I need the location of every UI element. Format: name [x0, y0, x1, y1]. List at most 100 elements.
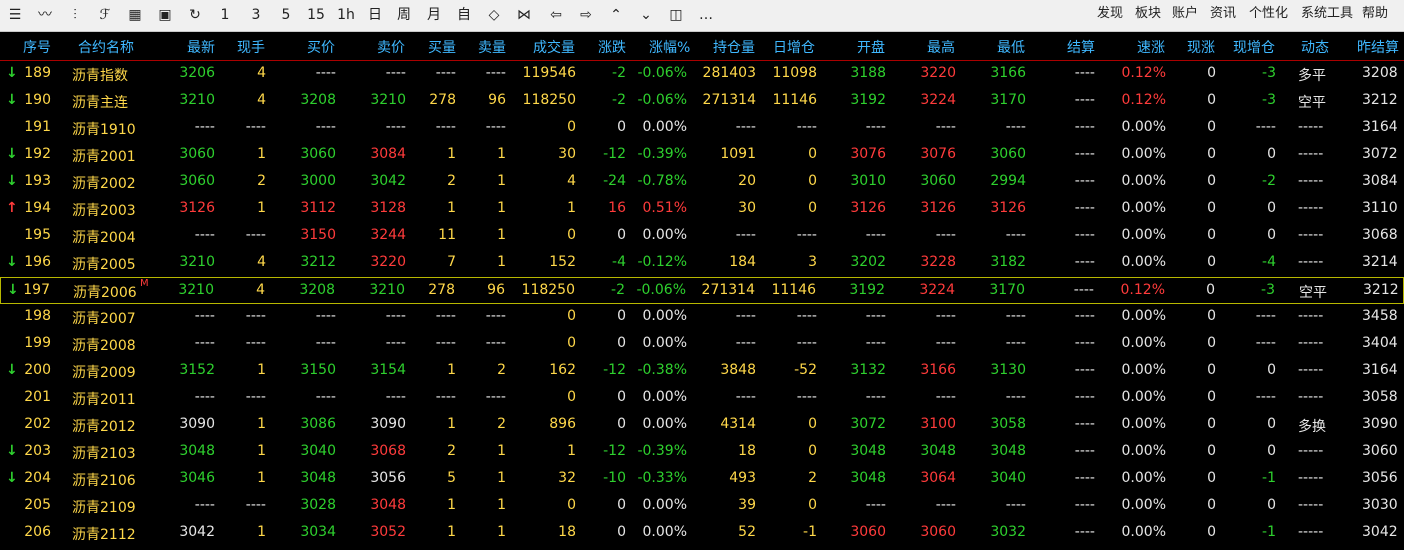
column-header[interactable]: 卖量 — [478, 37, 506, 57]
cell-涨跌: -2 — [612, 65, 626, 81]
refresh-icon[interactable]: ↻ — [185, 5, 205, 25]
table-row[interactable]: 206 沥青2112 3042 1 3034 3052 1 1 18 0 0.00% 52 -1 3060… — [0, 520, 1404, 547]
table-row[interactable]: 202 沥青2012 3090 1 3086 3090 1 2 896 0 0.00% 4314 0 30… — [0, 412, 1404, 439]
table-row[interactable]: ↓ 190 沥青主连 3210 4 3208 3210 278 96 118250 -2 -0.06%… — [0, 88, 1404, 115]
cell-最低: 3040 — [990, 470, 1026, 486]
column-header[interactable]: 日增仓 — [773, 37, 815, 57]
column-header[interactable]: 现增仓 — [1233, 37, 1275, 57]
candlestick-icon[interactable]: ⫶ — [65, 5, 85, 25]
table-row[interactable]: ↓ 200 沥青2009 3152 1 3150 3154 1 2 162 -12 -0.38% 384… — [0, 358, 1404, 385]
cell-持仓量: 271314 — [701, 282, 755, 298]
column-header[interactable]: 涨幅% — [649, 37, 690, 57]
period-1[interactable]: 1 — [213, 5, 237, 25]
board-icon[interactable]: ▦ — [125, 5, 145, 25]
cell-序号: 199 — [24, 335, 51, 351]
cell-开盘: ---- — [865, 497, 886, 513]
column-header[interactable]: 卖价 — [377, 37, 405, 57]
cell-买价: ---- — [315, 335, 336, 351]
cell-日增仓: ---- — [796, 119, 817, 135]
column-header[interactable]: 买价 — [307, 37, 335, 57]
cell-涨幅%: 0.00% — [642, 308, 687, 324]
cell-最高: ---- — [935, 335, 956, 351]
column-header[interactable]: 速涨 — [1137, 37, 1165, 57]
cell-持仓量: 4314 — [720, 416, 756, 432]
column-header[interactable]: 最高 — [927, 37, 955, 57]
column-header[interactable]: 成交量 — [533, 37, 575, 57]
cell-动态: ----- — [1298, 443, 1324, 459]
period-月[interactable]: 月 — [422, 5, 446, 25]
period-3[interactable]: 3 — [244, 5, 268, 25]
layout-icon[interactable]: ◫ — [666, 5, 686, 25]
cell-买价: 3060 — [300, 146, 336, 162]
column-header[interactable]: 昨结算 — [1357, 37, 1399, 57]
save-icon[interactable]: ▣ — [155, 5, 175, 25]
zoom-in-icon[interactable]: ◇ — [484, 5, 504, 25]
menu-个性化[interactable]: 个性化 — [1249, 4, 1288, 24]
cell-最低: 2994 — [990, 173, 1026, 189]
cell-动态: ----- — [1298, 308, 1324, 324]
table-row[interactable]: ↓ 197 沥青2006 3210 4 3208 3210 278 96 118250 -2 -0.0… — [0, 277, 1404, 304]
column-header[interactable]: 现涨 — [1187, 37, 1215, 57]
period-日[interactable]: 日 — [363, 5, 387, 25]
formula-icon[interactable]: ℱ — [95, 5, 115, 25]
menu-板块[interactable]: 板块 — [1135, 4, 1161, 24]
table-row[interactable]: 201 沥青2011 ---- ---- ---- ---- ---- ---- 0 0 0.00%… — [0, 385, 1404, 412]
cell-速涨: 0.00% — [1121, 146, 1166, 162]
table-row[interactable]: 191 沥青1910 ---- ---- ---- ---- ---- ---- 0 0 0.00%… — [0, 115, 1404, 142]
menu-资讯[interactable]: 资讯 — [1210, 4, 1236, 24]
cell-卖量: 1 — [497, 254, 506, 270]
column-header[interactable]: 最低 — [997, 37, 1025, 57]
cell-最低: ---- — [1005, 335, 1026, 351]
table-row[interactable]: ↓ 189 沥青指数 3206 4 ---- ---- ---- ---- 119546 -2 -0.… — [0, 61, 1404, 88]
cell-买价: 3150 — [300, 362, 336, 378]
menu-账户[interactable]: 账户 — [1172, 4, 1198, 24]
column-header[interactable]: 合约名称 — [78, 37, 134, 57]
table-row[interactable]: ↓ 204 沥青2106 3046 1 3048 3056 5 1 32 -10 -0.33% 493 2… — [0, 466, 1404, 493]
column-header[interactable]: 持仓量 — [713, 37, 755, 57]
up-icon[interactable]: ⌃ — [606, 5, 626, 25]
table-row[interactable]: 195 沥青2004 ---- ---- 3150 3244 11 1 0 0 0.00% ---- -… — [0, 223, 1404, 250]
column-header[interactable]: 动态 — [1301, 37, 1329, 57]
cell-买量: 1 — [447, 362, 456, 378]
more-icon[interactable]: … — [696, 5, 716, 25]
cell-现手: 4 — [257, 65, 266, 81]
column-header[interactable]: 最新 — [187, 37, 215, 57]
list-icon[interactable]: ☰ — [5, 5, 25, 25]
period-周[interactable]: 周 — [392, 5, 416, 25]
table-row[interactable]: ↓ 196 沥青2005 3210 4 3212 3220 7 1 152 -4 -0.12% 184 3… — [0, 250, 1404, 277]
table-row[interactable]: ↓ 192 沥青2001 3060 1 3060 3084 1 1 30 -12 -0.39% 1091… — [0, 142, 1404, 169]
cell-最新: 3060 — [179, 173, 215, 189]
down-icon[interactable]: ⌄ — [636, 5, 656, 25]
cell-现增仓: -2 — [1262, 173, 1276, 189]
cell-开盘: 3188 — [850, 65, 886, 81]
period-自[interactable]: 自 — [452, 5, 476, 25]
table-row[interactable]: 198 沥青2007 ---- ---- ---- ---- ---- ---- 0 0 0.00%… — [0, 304, 1404, 331]
menu-系统工具[interactable]: 系统工具 — [1301, 4, 1353, 24]
column-header[interactable]: 开盘 — [857, 37, 885, 57]
column-header[interactable]: 序号 — [23, 37, 51, 57]
period-5[interactable]: 5 — [274, 5, 298, 25]
line-chart-icon[interactable]: 〰 — [35, 5, 55, 25]
table-row[interactable]: ↓ 193 沥青2002 3060 2 3000 3042 2 1 4 -24 -0.78% 20 0 30… — [0, 169, 1404, 196]
column-header[interactable]: 涨跌 — [598, 37, 626, 57]
menu-发现[interactable]: 发现 — [1097, 4, 1123, 24]
period-15[interactable]: 15 — [304, 5, 328, 25]
column-header[interactable]: 结算 — [1067, 37, 1095, 57]
cell-卖量: 96 — [488, 92, 506, 108]
column-header[interactable]: 买量 — [428, 37, 456, 57]
cell-序号: 190 — [24, 92, 51, 108]
cell-最高: 3224 — [920, 92, 956, 108]
cell-最低: ---- — [1005, 227, 1026, 243]
cell-卖价: 3244 — [370, 227, 406, 243]
table-row[interactable]: 205 沥青2109 ---- ---- 3028 3048 1 1 0 0 0.00% 39 0 ---… — [0, 493, 1404, 520]
table-row[interactable]: 199 沥青2008 ---- ---- ---- ---- ---- ---- 0 0 0.00%… — [0, 331, 1404, 358]
table-row[interactable]: ↓ 203 沥青2103 3048 1 3040 3068 2 1 1 -12 -0.39% 18 0 30… — [0, 439, 1404, 466]
period-1h[interactable]: 1h — [334, 5, 358, 25]
column-header[interactable]: 现手 — [237, 37, 265, 57]
table-row[interactable]: ↑ 194 沥青2003 3126 1 3112 3128 1 1 1 16 0.51% 30 0 3126… — [0, 196, 1404, 223]
right-icon[interactable]: ⇨ — [576, 5, 596, 25]
cell-现涨: 0 — [1207, 200, 1216, 216]
menu-帮助[interactable]: 帮助 — [1362, 4, 1388, 24]
left-icon[interactable]: ⇦ — [546, 5, 566, 25]
zoom-out-icon[interactable]: ⋈ — [514, 5, 534, 25]
